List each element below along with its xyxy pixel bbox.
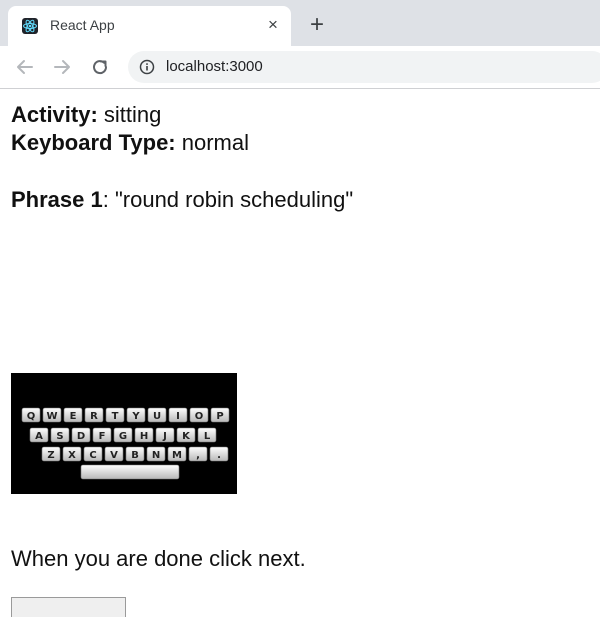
keyboard-type-line: Keyboard Type: normal — [11, 130, 249, 156]
keyboard-key-label: N — [152, 450, 160, 461]
keyboard-key-label: D — [77, 431, 85, 442]
keyboard-spacebar — [80, 464, 180, 480]
browser-toolbar: localhost:3000 — [0, 46, 600, 89]
arrow-left-icon[interactable] — [12, 54, 38, 80]
keyboard-key-label: B — [131, 450, 139, 461]
keyboard-key-label: E — [70, 411, 77, 422]
keyboard-key-label: F — [99, 431, 106, 442]
next-button[interactable] — [11, 597, 126, 617]
keyboard-key-label: A — [35, 431, 43, 442]
close-icon[interactable]: × — [264, 14, 282, 36]
keyboard-key-label: Q — [27, 411, 36, 422]
page-content: Activity: sitting Keyboard Type: normal … — [0, 89, 600, 617]
keyboard-key-label: . — [217, 450, 221, 461]
keyboard-key-label: V — [110, 450, 118, 461]
keyboard-key-label: M — [172, 450, 182, 461]
browser-tab[interactable]: React App × — [8, 6, 291, 46]
new-tab-button[interactable]: + — [305, 13, 329, 38]
instruction-text: When you are done click next. — [11, 546, 306, 571]
keyboard-key-label: Y — [131, 411, 140, 422]
phrase-text: : "round robin scheduling" — [102, 187, 354, 212]
activity-label: Activity: — [11, 102, 98, 127]
keyboard-key-label: J — [162, 431, 167, 442]
keyboard-key-label: O — [195, 411, 204, 422]
keyboard-key-label: H — [140, 431, 148, 442]
activity-line: Activity: sitting — [11, 102, 161, 128]
address-bar[interactable]: localhost:3000 — [128, 51, 600, 83]
reload-icon[interactable] — [87, 54, 113, 80]
activity-value: sitting — [103, 102, 162, 127]
keyboard-key-label: C — [89, 450, 96, 461]
react-logo-icon — [22, 18, 38, 34]
keyboard-key-label: L — [204, 431, 211, 442]
keyboard-key-label: K — [182, 431, 191, 442]
keyboard-key-label: I — [176, 411, 180, 422]
arrow-right-icon[interactable] — [49, 54, 75, 80]
keyboard-key-label: U — [153, 411, 161, 422]
url-text: localhost:3000 — [166, 58, 263, 75]
keyboard-key-label: W — [46, 411, 57, 422]
phrase-line: Phrase 1: "round robin scheduling" — [11, 187, 353, 213]
keyboard-key-label: R — [90, 411, 98, 422]
keyboard-key-label: S — [56, 431, 63, 442]
tab-title: React App — [50, 17, 115, 33]
keyboard-key-label: Z — [47, 450, 54, 461]
browser-tab-strip: React App × + — [0, 0, 600, 46]
keyboard-image: QW E R T Y U I O P A S D F G H J K L Z X C V B N M,. — [11, 373, 237, 494]
keyboard-key-label: P — [216, 411, 223, 422]
keyboard-type-label: Keyboard Type: — [11, 130, 176, 155]
keyboard-drawing: Q W E R T Y U I O P A S D F G H J K L Z X C V B N M,. — [21, 407, 230, 480]
keyboard-type-value: normal — [181, 130, 249, 155]
keyboard-key-label: T — [112, 411, 119, 422]
phrase-label: Phrase 1 — [11, 187, 103, 212]
info-icon[interactable] — [139, 59, 155, 75]
keyboard-key-label: G — [119, 431, 127, 442]
keyboard-key-label: X — [68, 450, 76, 461]
keyboard-key-label: , — [196, 450, 200, 461]
